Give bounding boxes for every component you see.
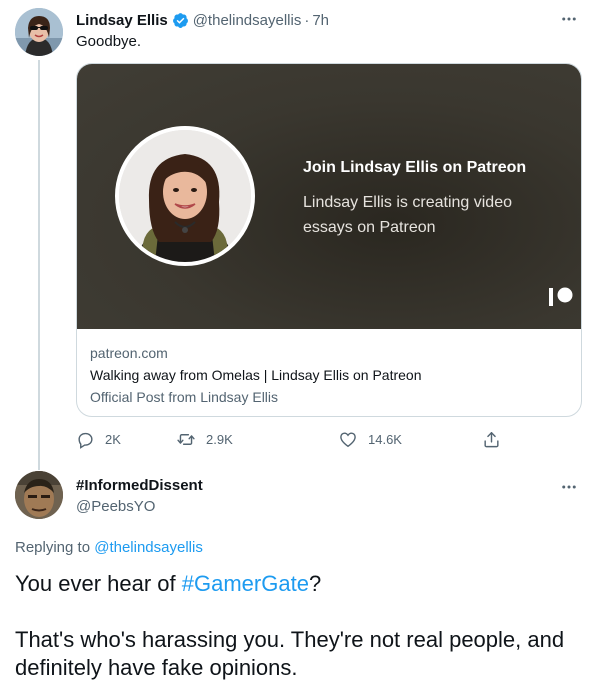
reply-line-1-before: You ever hear of — [15, 571, 182, 596]
reply-author-name[interactable]: #InformedDissent — [76, 477, 203, 494]
separator-dot: · — [304, 11, 310, 29]
verified-badge-icon — [172, 12, 189, 29]
heart-icon — [340, 431, 356, 447]
author-name[interactable]: Lindsay Ellis — [76, 12, 168, 29]
reply-author-handle[interactable]: @PeebsYO — [76, 498, 155, 515]
reply-line-1: You ever hear of #GamerGate? — [15, 570, 585, 598]
reply-author-avatar[interactable] — [15, 471, 63, 519]
share-icon — [484, 431, 499, 447]
author-avatar[interactable] — [15, 8, 63, 56]
reply-icon — [78, 432, 93, 449]
thread-line — [38, 60, 40, 470]
reply-line-1-after: ? — [308, 571, 322, 596]
replying-prefix: Replying to — [15, 539, 95, 556]
card-domain: patreon.com — [90, 345, 168, 361]
tweet-header: Lindsay Ellis @thelindsayellis · 7h — [76, 10, 329, 30]
tweet-text: Goodbye. — [76, 33, 142, 50]
more-options-icon[interactable] — [559, 477, 579, 497]
retweet-button[interactable]: 2.9K — [176, 428, 233, 450]
card-headline: Walking away from Omelas | Lindsay Ellis… — [90, 367, 422, 383]
card-title: Join Lindsay Ellis on Patreon — [303, 159, 527, 176]
link-preview-card[interactable]: Join Lindsay Ellis on Patreon Lindsay El… — [76, 63, 582, 417]
like-button[interactable]: 14.6K — [338, 428, 402, 450]
patreon-logo-icon — [549, 287, 575, 307]
reply-text: You ever hear of #GamerGate? That's who'… — [15, 570, 585, 682]
author-handle[interactable]: @thelindsayellis — [193, 12, 302, 29]
share-button[interactable] — [482, 428, 511, 450]
tweet-timestamp[interactable]: 7h — [312, 12, 329, 29]
reply-button[interactable]: 2K — [76, 428, 121, 450]
more-options-icon[interactable] — [559, 9, 579, 29]
tweet[interactable]: Lindsay Ellis @thelindsayellis · 7h Good… — [0, 0, 597, 470]
tweet-thread: Lindsay Ellis @thelindsayellis · 7h Good… — [0, 0, 597, 687]
card-meta: patreon.com Walking away from Omelas | L… — [90, 342, 421, 408]
retweet-count: 2.9K — [206, 431, 233, 447]
creator-photo — [115, 126, 255, 266]
reply-count: 2K — [105, 431, 121, 447]
replying-to-handle-link[interactable]: @thelindsayellis — [94, 539, 203, 556]
card-subtitle: Official Post from Lindsay Ellis — [90, 389, 279, 405]
reply-line-2: That's who's harassing you. They're not … — [15, 627, 565, 680]
replying-to: Replying to @thelindsayellis — [15, 539, 203, 556]
retweet-icon — [177, 433, 195, 445]
card-image[interactable]: Join Lindsay Ellis on Patreon Lindsay El… — [77, 64, 581, 329]
tweet-actions: 2K 2.9K 14.6K — [76, 428, 506, 450]
hashtag-link[interactable]: #GamerGate — [182, 571, 309, 596]
card-description: Lindsay Ellis is creating video essays o… — [303, 194, 512, 236]
like-count: 14.6K — [368, 431, 402, 447]
